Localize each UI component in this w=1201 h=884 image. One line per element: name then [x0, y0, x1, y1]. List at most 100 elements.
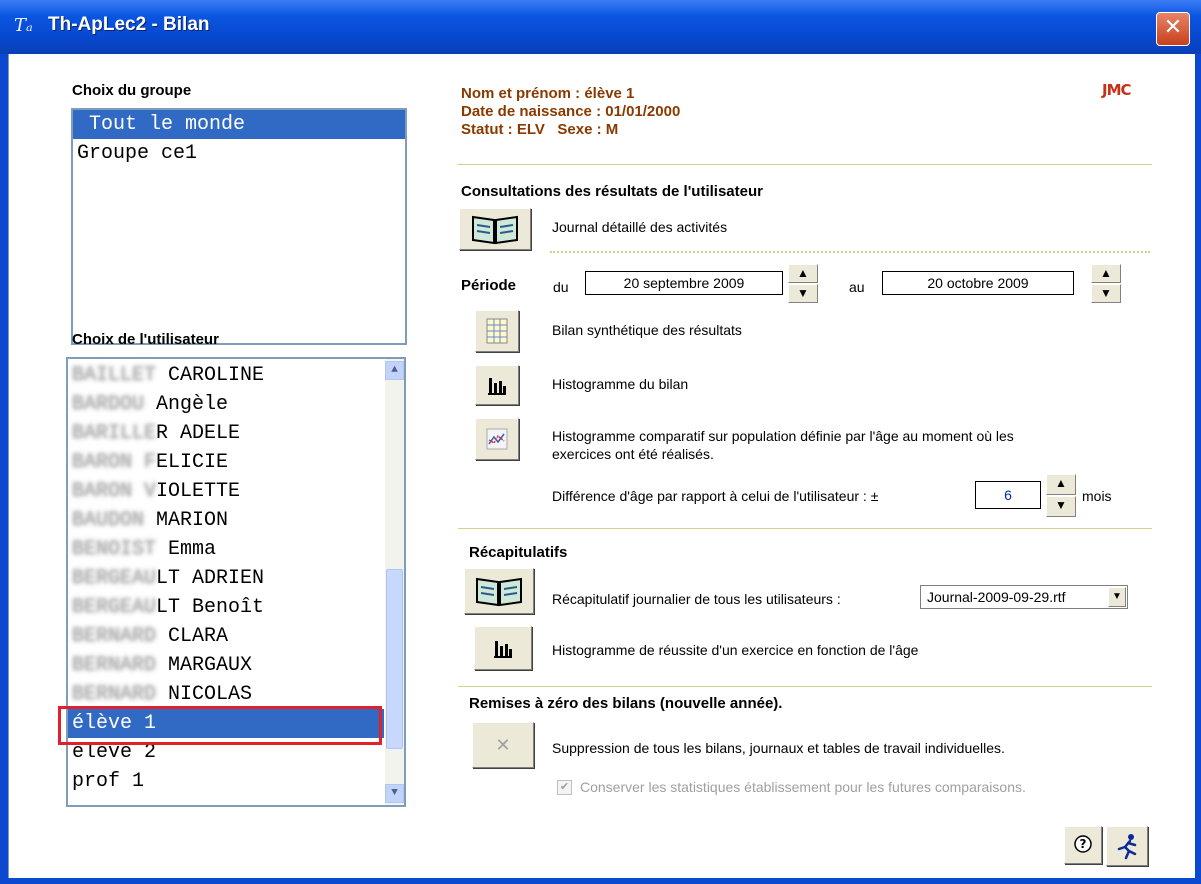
user-list-item[interactable]: BAILLET CAROLINE: [68, 361, 384, 390]
histogramme-comparatif-button[interactable]: [475, 418, 519, 460]
suppression-label: Suppression de tous les bilans, journaux…: [552, 740, 1005, 756]
blurred-surname: BENOIST: [72, 538, 157, 561]
blurred-surname: BERNARD: [72, 654, 157, 677]
scroll-thumb[interactable]: [386, 569, 403, 749]
group-list-item[interactable]: Groupe ce1: [73, 139, 405, 168]
histogramme-comparatif-label-2: exercices ont été réalisés.: [552, 446, 714, 462]
user-name-text: prof 1: [72, 770, 145, 793]
bilan-synthetique-label: Bilan synthétique des résultats: [552, 322, 742, 338]
user-list-item[interactable]: prof 1: [68, 767, 384, 796]
delete-x-icon: ✕: [495, 734, 511, 755]
recap-journal-label: Récapitulatif journalier de tous les uti…: [552, 591, 841, 607]
scroll-up-icon[interactable]: ▲: [385, 361, 404, 380]
blurred-surname: BARON V: [72, 480, 157, 503]
running-man-icon: [1117, 834, 1137, 860]
group-list-item[interactable]: Tout le monde: [73, 110, 405, 139]
user-list-item[interactable]: BERGEAULT ADRIEN: [68, 564, 384, 593]
recap-journal-button[interactable]: [464, 568, 534, 614]
window-bottom-border: [0, 878, 1201, 884]
book-icon: [472, 215, 518, 245]
app-icon: Tₐ: [14, 15, 33, 36]
svg-text:?: ?: [1080, 837, 1087, 851]
dropdown-arrow-icon[interactable]: ▼: [1108, 587, 1126, 607]
spin-down-icon[interactable]: ▼: [788, 284, 818, 303]
student-status: Statut : ELV Sexe : M: [461, 121, 619, 138]
keep-stats-checkbox[interactable]: ✔: [557, 780, 572, 795]
scroll-down-icon[interactable]: ▼: [385, 784, 404, 803]
user-name-text: CAROLINE: [156, 364, 265, 387]
user-name-text: NICOLAS: [156, 683, 253, 706]
group-listbox[interactable]: Tout le monde Groupe ce1: [71, 108, 407, 345]
dotted-divider: [550, 251, 1150, 253]
journal-file-select[interactable]: Journal-2009-09-29.rtf ▼: [920, 585, 1128, 609]
divider: [458, 528, 1152, 529]
age-diff-label: Différence d'âge par rapport à celui de …: [552, 488, 879, 504]
suppression-button[interactable]: ✕: [472, 722, 534, 768]
histogramme-bilan-label: Histogramme du bilan: [552, 376, 689, 392]
window-title: Th-ApLec2 - Bilan: [48, 14, 210, 35]
user-name-text: LT ADRIEN: [156, 567, 265, 590]
user-list-item[interactable]: BERNARD NICOLAS: [68, 680, 384, 709]
selection-highlight-box: [58, 706, 382, 745]
date-from-field[interactable]: 20 septembre 2009: [585, 271, 783, 295]
spin-down-icon[interactable]: ▼: [1091, 284, 1121, 303]
recap-histogramme-button[interactable]: [474, 626, 532, 670]
user-list-item[interactable]: BARON FELICIE: [68, 448, 384, 477]
user-list-item[interactable]: BARON VIOLETTE: [68, 477, 384, 506]
spin-up-icon[interactable]: ▲: [1046, 474, 1076, 495]
blurred-surname: BARILLE: [72, 422, 157, 445]
user-list-item[interactable]: BENOIST Emma: [68, 535, 384, 564]
blurred-surname: BAILLET: [72, 364, 157, 387]
jmc-logo: JMC: [1102, 81, 1132, 99]
spin-up-icon[interactable]: ▲: [1091, 264, 1121, 283]
keep-stats-label: Conserver les statistiques établissement…: [580, 779, 1026, 795]
user-name-text: Angèle: [144, 393, 229, 416]
blurred-surname: BERNARD: [72, 625, 157, 648]
age-diff-spinner[interactable]: ▲ ▼: [1046, 474, 1076, 518]
user-name-text: Emma: [156, 538, 217, 561]
date-from-spinner[interactable]: ▲ ▼: [788, 264, 818, 304]
recap-histogramme-label: Histogramme de réussite d'un exercice en…: [552, 642, 919, 658]
help-button[interactable]: ?: [1064, 826, 1102, 864]
user-list-item[interactable]: BAUDON MARION: [68, 506, 384, 535]
user-label: Choix de l'utilisateur: [72, 331, 219, 348]
spin-up-icon[interactable]: ▲: [788, 264, 818, 283]
close-button[interactable]: ✕: [1156, 12, 1190, 46]
histogramme-bilan-button[interactable]: [475, 365, 519, 405]
age-diff-field[interactable]: 6: [975, 481, 1041, 509]
help-icon: ?: [1074, 835, 1092, 853]
user-list-item[interactable]: BERNARD CLARA: [68, 622, 384, 651]
bilan-synthetique-button[interactable]: [475, 310, 519, 352]
user-name-text: ELICIE: [156, 451, 229, 474]
blurred-surname: BARDOU: [72, 393, 145, 416]
exit-button[interactable]: [1106, 826, 1148, 866]
blurred-surname: BERGEAU: [72, 567, 157, 590]
student-birthdate: Date de naissance : 01/01/2000: [461, 103, 681, 120]
blurred-surname: BARON F: [72, 451, 157, 474]
mois-label: mois: [1082, 488, 1112, 504]
blurred-surname: BERNARD: [72, 683, 157, 706]
consult-section-title: Consultations des résultats de l'utilisa…: [461, 183, 763, 200]
divider: [458, 164, 1152, 165]
journal-label: Journal détaillé des activités: [552, 219, 728, 235]
spin-down-icon[interactable]: ▼: [1046, 496, 1076, 517]
user-list-item[interactable]: BARDOU Angèle: [68, 390, 384, 419]
user-name-text: R ADELE: [156, 422, 241, 445]
book-icon: [476, 577, 522, 607]
journal-button[interactable]: [459, 208, 531, 250]
user-list-item[interactable]: BARILLER ADELE: [68, 419, 384, 448]
student-name: Nom et prénom : élève 1: [461, 85, 635, 102]
title-bar[interactable]: Tₐ Th-ApLec2 - Bilan ✕: [0, 0, 1201, 54]
user-list-item[interactable]: BERGEAULT Benoît: [68, 593, 384, 622]
group-label: Choix du groupe: [72, 82, 192, 99]
histogram-icon: [494, 641, 512, 658]
user-list-scrollbar[interactable]: ▲ ▼: [385, 359, 404, 805]
user-list-item[interactable]: BERNARD MARGAUX: [68, 651, 384, 680]
periode-label: Période: [461, 277, 517, 294]
date-to-field[interactable]: 20 octobre 2009: [882, 271, 1074, 295]
blurred-surname: BERGEAU: [72, 596, 157, 619]
date-to-spinner[interactable]: ▲ ▼: [1091, 264, 1121, 304]
line-chart-icon: [486, 428, 508, 450]
user-name-text: MARION: [144, 509, 229, 532]
table-grid-icon: [486, 318, 508, 344]
